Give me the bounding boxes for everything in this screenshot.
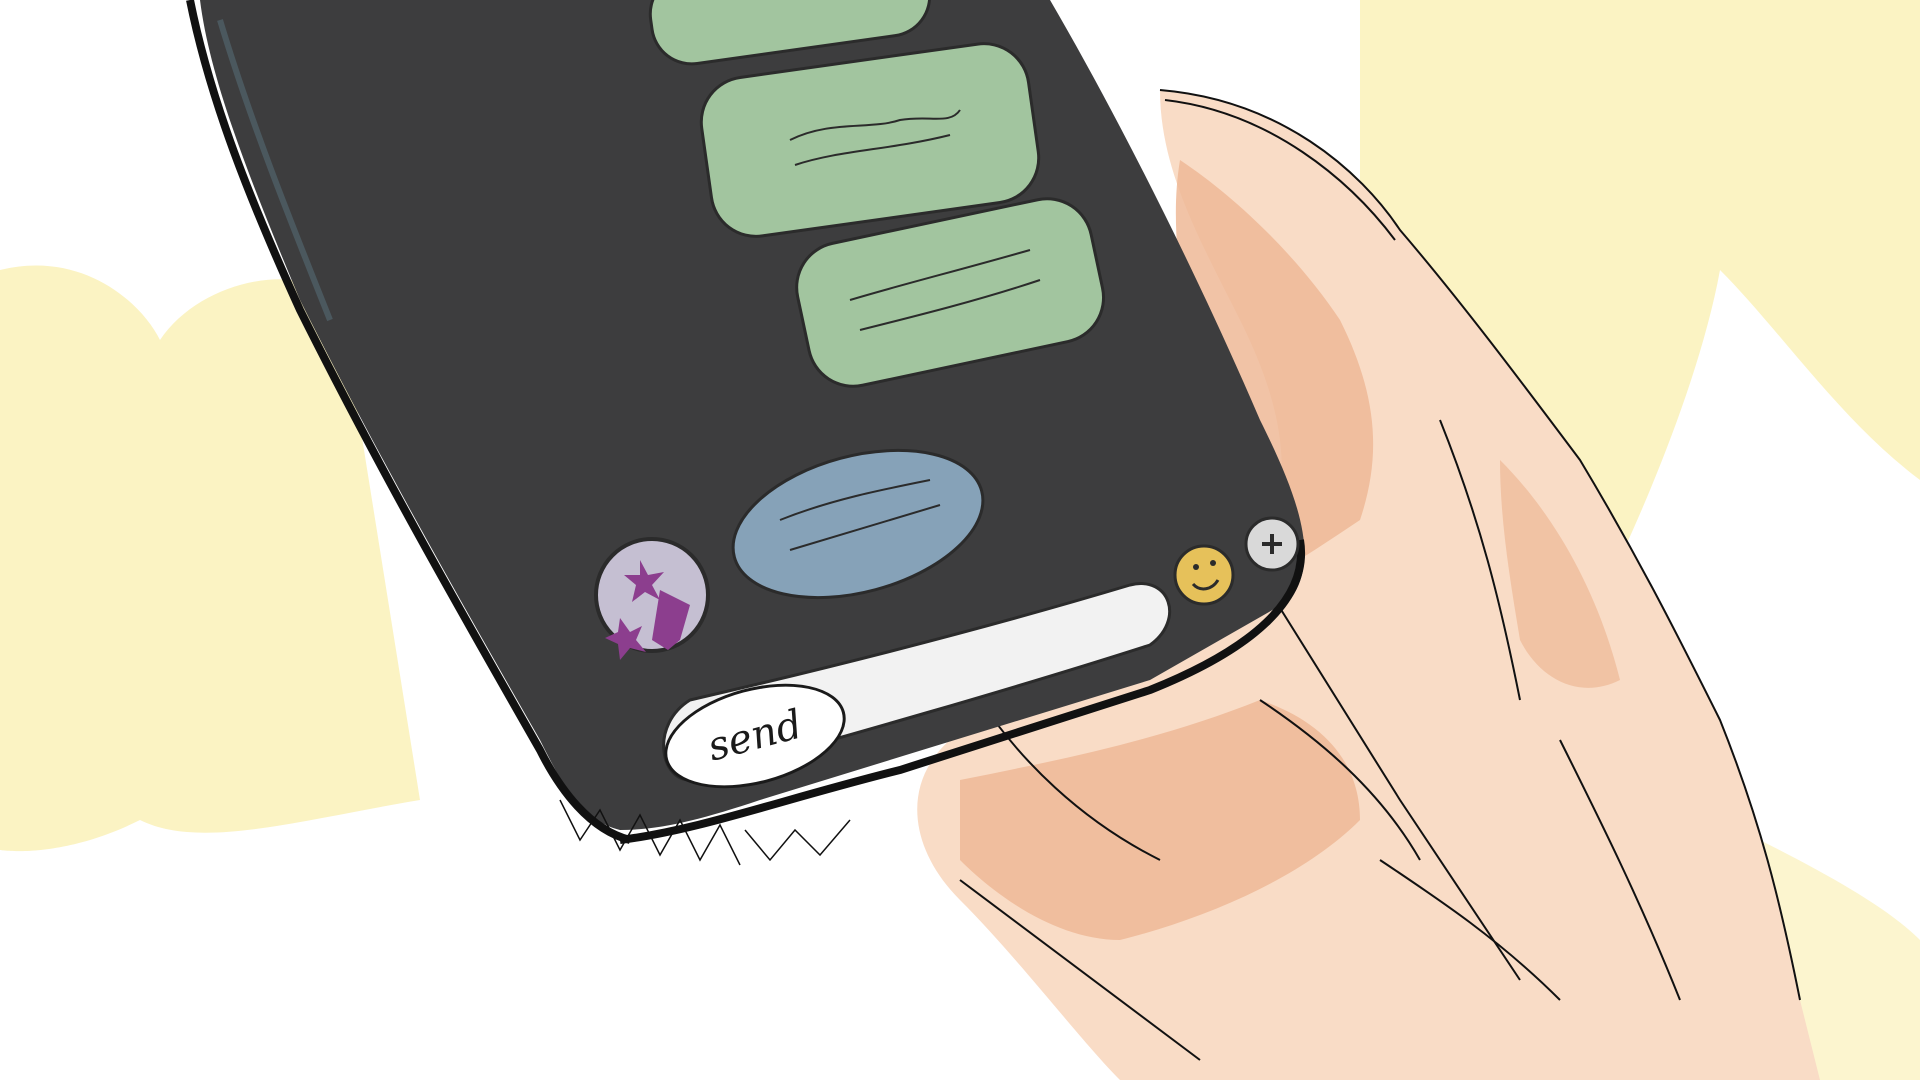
send-button-label: send: [702, 701, 808, 771]
send-button[interactable]: send: [652, 665, 858, 807]
phone-ui-overlay: send: [0, 0, 1920, 1080]
